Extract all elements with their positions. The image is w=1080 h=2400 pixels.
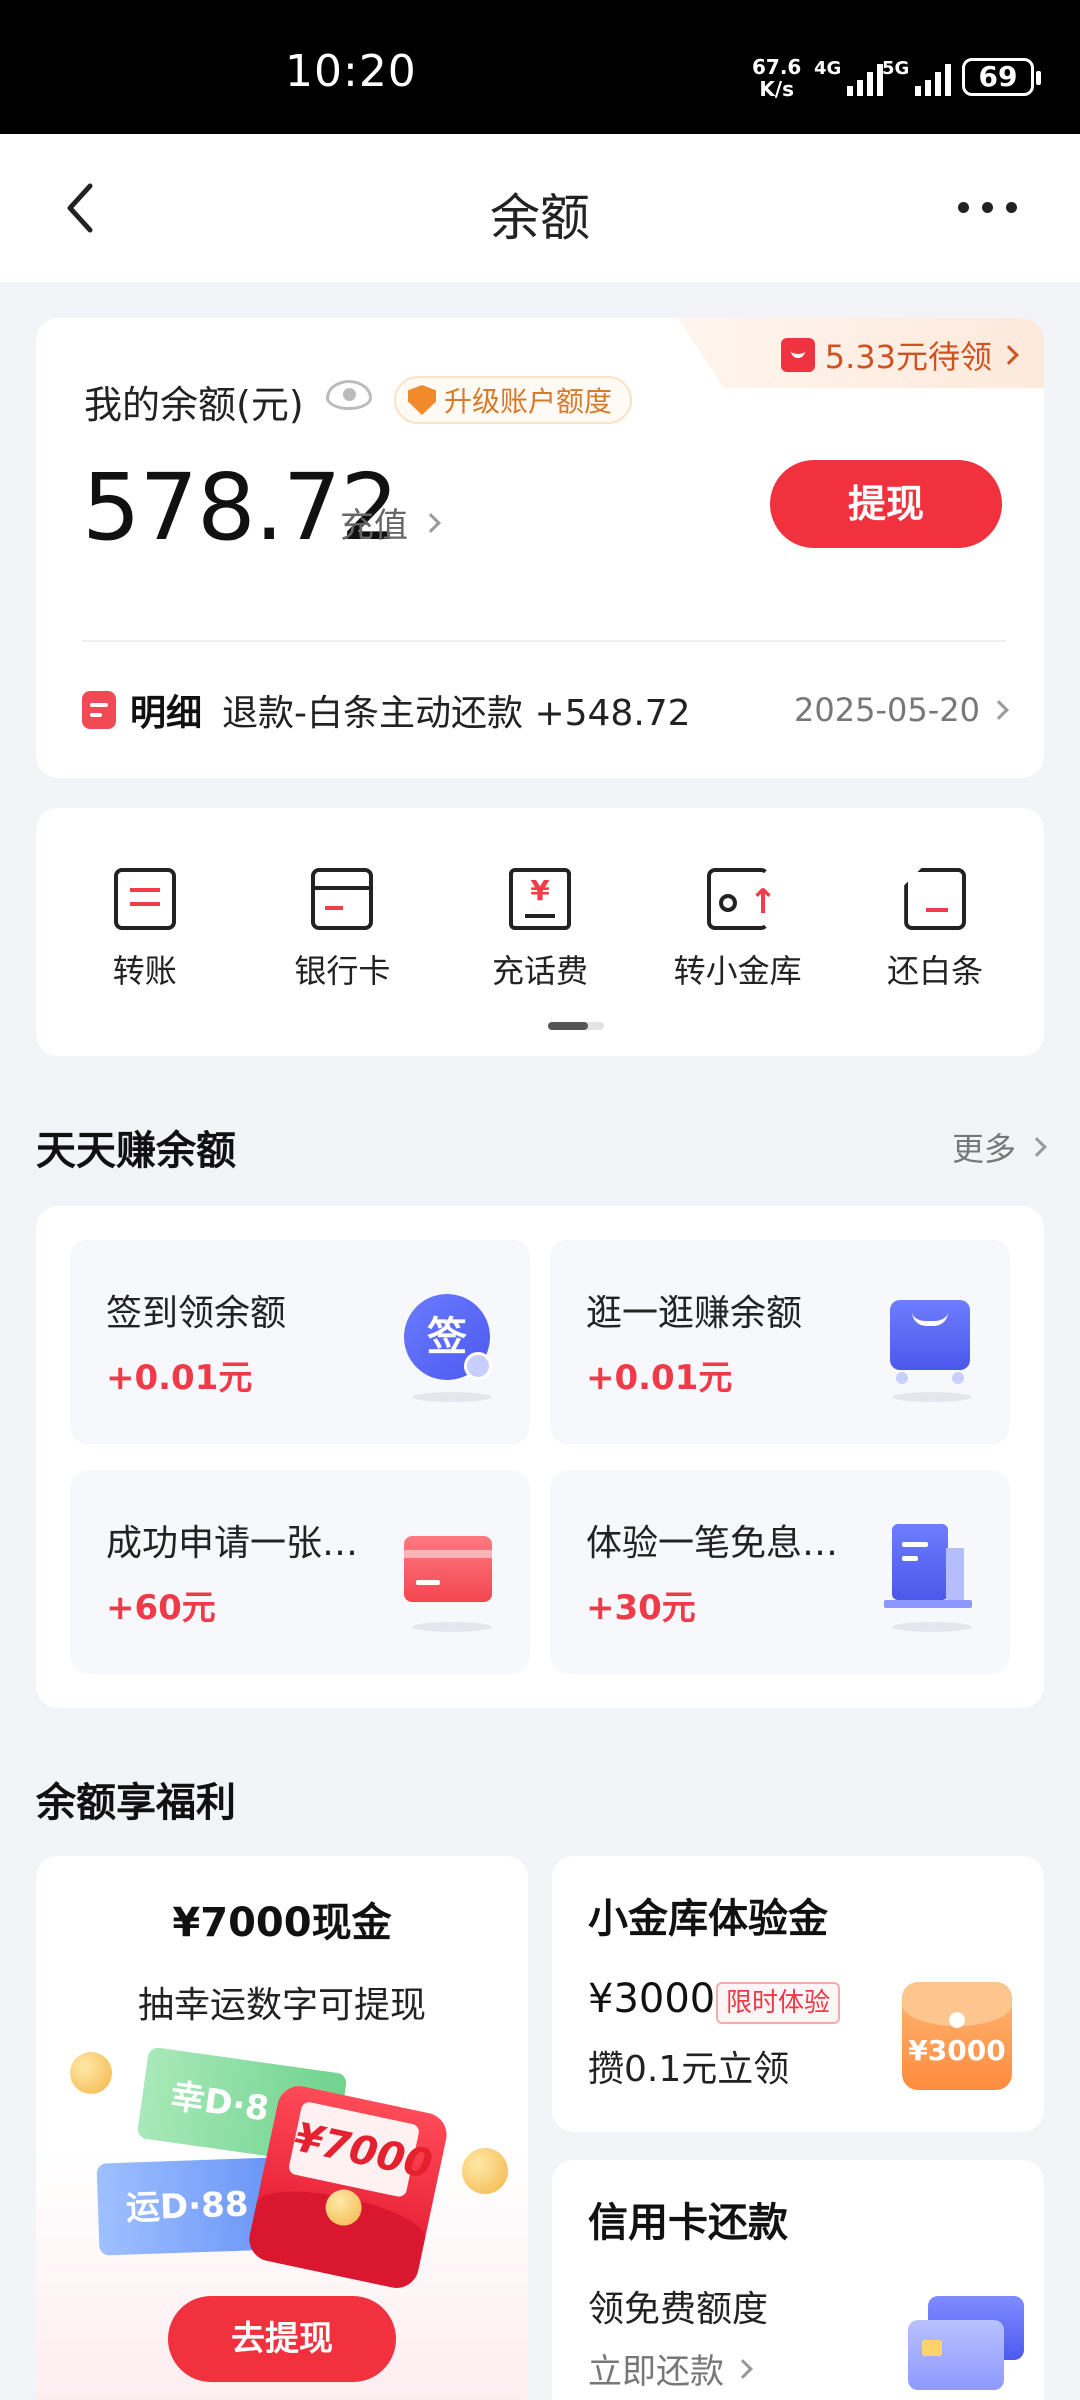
coin-icon [70,2052,112,2094]
task-checkin[interactable]: 签到领余额 +0.01元 签 [70,1240,530,1444]
chevron-right-icon [421,512,441,533]
task-interest-free[interactable]: 体验一笔免息… +30元 [550,1470,1010,1674]
limited-trial-badge: 限时体验 [716,1982,841,2024]
vault-transfer-icon [706,868,777,930]
phone-recharge-icon [508,868,571,930]
signal-4g-icon: 4G [814,58,884,96]
shopping-bag-icon [884,1294,974,1384]
nav-header: 余额 [0,134,1080,282]
coin-icon [462,2148,508,2194]
detail-date: 2025-05-20 [794,691,980,729]
document-icon [884,1524,974,1614]
vault-price: ¥3000 [588,1976,716,2022]
signal-5g-icon: 5G [882,58,952,96]
chevron-right-icon [733,2358,753,2379]
credit-repay-card[interactable]: 信用卡还款 领免费额度 立即还款 [552,2160,1044,2400]
earn-tasks-card: 签到领余额 +0.01元 签 逛一逛赚余额 +0.01元 成功申请一张… +60… [36,1206,1044,1708]
recharge-link[interactable]: 充值 [340,498,441,547]
withdraw-button[interactable]: 提现 [770,460,1002,548]
credit-title: 信用卡还款 [588,2200,788,2246]
red-packet-icon [780,338,815,372]
chevron-right-icon [1027,1137,1047,1157]
action-transfer[interactable]: 转账 [55,868,235,992]
vault-trial-card[interactable]: 小金库体验金 ¥3000 限时体验 攒0.1元立领 ¥3000 [552,1856,1044,2132]
chevron-right-icon [989,700,1009,720]
vault-desc: 攒0.1元立领 [588,2049,790,2090]
action-vault-transfer[interactable]: 转小金库 [648,868,828,992]
shield-icon [408,385,436,415]
page-title: 余额 [490,189,590,247]
cash-title: ¥7000现金 [172,1900,392,1946]
cash-subtitle: 抽幸运数字可提现 [137,1985,426,2026]
balance-label: 我的余额(元) [84,383,304,427]
red-envelope-icon: ¥7000 [245,2082,451,2292]
checkin-icon: 签 [404,1294,494,1384]
benefits-section-title: 余额享福利 [36,1780,236,1826]
more-options-icon[interactable] [958,202,1017,213]
credit-cards-icon [904,2296,1024,2396]
credit-desc: 领免费额度 [588,2289,769,2330]
quick-actions-card: 转账 银行卡 充话费 转小金库 还白条 [36,808,1044,1056]
eye-icon[interactable] [326,380,372,410]
action-repay[interactable]: 还白条 [845,868,1025,992]
credit-card-icon [404,1524,494,1614]
page-indicator [548,1022,604,1030]
orange-envelope-icon: ¥3000 [902,1982,1012,2090]
status-time: 10:20 [285,46,417,97]
transaction-detail-row[interactable]: 明细 退款-白条主动还款 +548.72 2025-05-20 [82,684,1009,736]
pending-reward-link[interactable]: 5.33元待领 [780,332,1019,378]
divider [82,640,1006,642]
action-bank-card[interactable]: 银行卡 [252,868,432,992]
chevron-right-icon [999,345,1019,365]
repay-now-link[interactable]: 立即还款 [588,2344,753,2393]
task-browse[interactable]: 逛一逛赚余额 +0.01元 [550,1240,1010,1444]
bank-card-icon [311,868,374,930]
balance-card: 5.33元待领 我的余额(元) 升级账户额度 578.72 充值 提现 明细 退… [36,318,1044,778]
detail-description: 退款-白条主动还款 +548.72 [222,693,691,734]
network-speed: 67.6 K/s [752,55,802,101]
action-phone-recharge[interactable]: 充话费 [450,868,630,992]
transfer-icon [113,868,176,930]
upgrade-limit-button[interactable]: 升级账户额度 [394,376,633,424]
go-withdraw-button[interactable]: 去提现 [168,2296,396,2382]
detail-title: 明细 [130,693,203,734]
earn-more-link[interactable]: 更多 [952,1124,1047,1170]
status-bar: 10:20 67.6 K/s 4G 5G 69 [0,0,1080,134]
task-apply-card[interactable]: 成功申请一张… +60元 [70,1470,530,1674]
detail-icon [82,691,116,729]
earn-section-title: 天天赚余额 [36,1128,236,1174]
vault-title: 小金库体验金 [588,1896,828,1942]
repay-icon [904,868,967,930]
battery-icon: 69 [962,58,1041,96]
